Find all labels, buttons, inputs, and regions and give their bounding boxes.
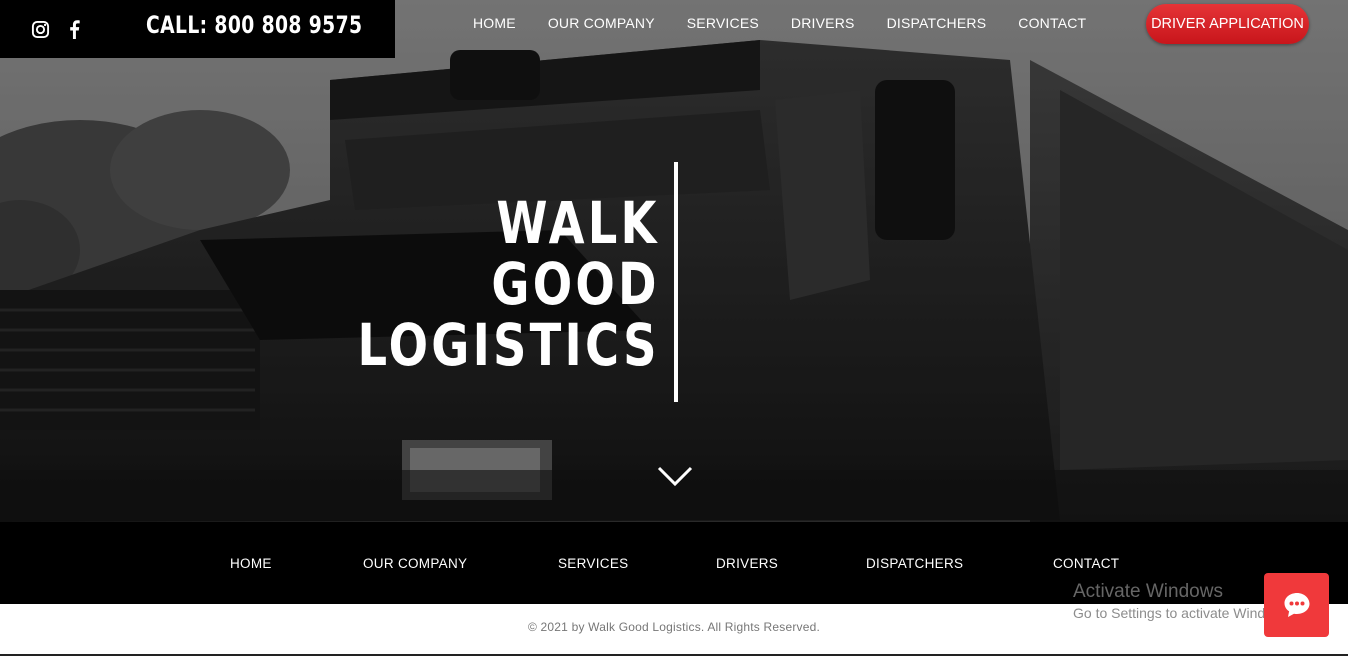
instagram-icon[interactable]	[30, 19, 50, 39]
nav-contact[interactable]: CONTACT	[1018, 15, 1086, 31]
chat-bubble-icon	[1284, 593, 1309, 617]
nav-home[interactable]: HOME	[473, 15, 516, 31]
activate-windows-watermark: Activate Windows Go to Settings to activ…	[1073, 581, 1294, 623]
driver-application-button[interactable]: DRIVER APPLICATION	[1146, 4, 1309, 44]
social-links	[30, 19, 84, 39]
footer-nav-our-company[interactable]: OUR COMPANY	[363, 556, 467, 571]
hero-section: WALK GOOD LOGISTICS	[0, 0, 1348, 522]
nav-drivers[interactable]: DRIVERS	[791, 15, 855, 31]
activate-windows-subtitle: Go to Settings to activate Windows.	[1073, 605, 1294, 621]
chevron-down-icon[interactable]	[657, 465, 693, 487]
footer-nav-contact[interactable]: CONTACT	[1053, 556, 1119, 571]
hero-title-line-1: WALK	[496, 189, 660, 257]
nav-our-company[interactable]: OUR COMPANY	[548, 15, 655, 31]
hero-title-line-2: GOOD	[491, 250, 660, 318]
nav-dispatchers[interactable]: DISPATCHERS	[887, 15, 987, 31]
footer-nav-dispatchers[interactable]: DISPATCHERS	[866, 556, 963, 571]
activate-windows-title: Activate Windows	[1073, 581, 1223, 602]
contact-bar: CALL: 800 808 9575	[0, 0, 395, 58]
hero-title-line-3: LOGISTICS	[357, 311, 660, 379]
facebook-icon[interactable]	[64, 19, 84, 39]
hero-title: WALK GOOD LOGISTICS	[282, 193, 660, 376]
footer-nav-services[interactable]: SERVICES	[558, 556, 628, 571]
chat-button[interactable]	[1264, 573, 1329, 637]
nav-services[interactable]: SERVICES	[687, 15, 759, 31]
footer-nav-home[interactable]: HOME	[230, 556, 272, 571]
footer-nav-drivers[interactable]: DRIVERS	[716, 556, 778, 571]
hero-divider	[674, 162, 678, 402]
call-number[interactable]: CALL: 800 808 9575	[146, 11, 362, 39]
page: WALK GOOD LOGISTICS CALL: 800 808 9575 H…	[0, 0, 1348, 656]
main-nav: HOME OUR COMPANY SERVICES DRIVERS DISPAT…	[473, 15, 1118, 31]
